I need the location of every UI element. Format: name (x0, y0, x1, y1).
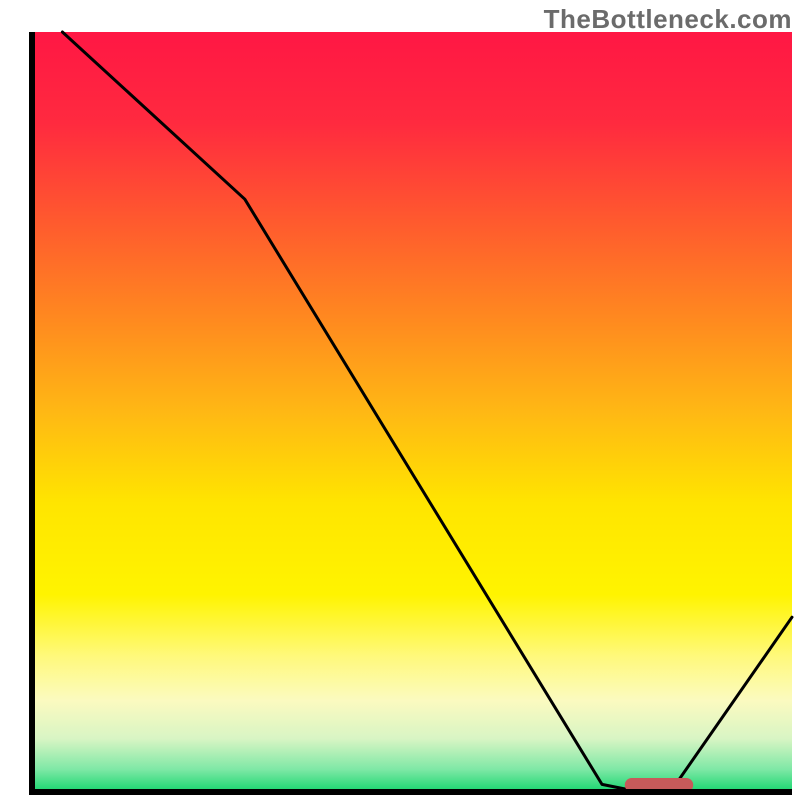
bottleneck-chart (0, 0, 800, 800)
gradient-background (32, 32, 792, 792)
chart-container: TheBottleneck.com (0, 0, 800, 800)
